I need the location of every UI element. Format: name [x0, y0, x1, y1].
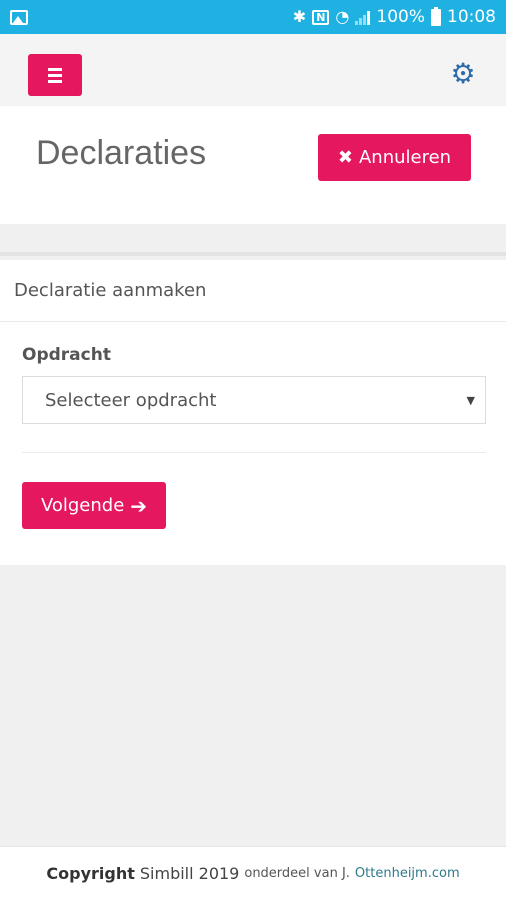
- part-of-text: onderdeel van J.: [244, 866, 350, 881]
- arrow-right-icon: ➔: [130, 493, 148, 518]
- next-label: Volgende: [40, 495, 125, 516]
- wifi-icon: ◔: [335, 7, 350, 26]
- next-button[interactable]: Volgende ➔: [22, 482, 166, 529]
- ottenheijm-link[interactable]: Ottenheijm.com: [355, 866, 460, 881]
- assignment-label: Opdracht: [22, 345, 111, 365]
- battery-percent: 100%: [376, 7, 425, 27]
- assignment-select-value: Selecteer opdracht: [45, 389, 217, 411]
- bluetooth-icon: ✱: [292, 7, 307, 26]
- create-declaration-card: Declaratie aanmaken Opdracht Selecteer o…: [0, 260, 506, 565]
- hamburger-icon: [48, 79, 62, 83]
- gear-icon: ⚙: [450, 57, 476, 90]
- hamburger-icon: [48, 73, 62, 77]
- status-left: [10, 9, 28, 25]
- clock: 10:08: [447, 7, 496, 27]
- cancel-button[interactable]: ✖ Annuleren: [318, 134, 471, 181]
- navbar: ⚙: [0, 34, 506, 106]
- menu-button[interactable]: [28, 54, 82, 96]
- caret-down-icon: ▼: [466, 394, 475, 407]
- section-separator: [0, 224, 506, 256]
- page-header: Declaraties ✖ Annuleren: [0, 106, 506, 224]
- status-bar: ✱ N ◔ 100% 10:08: [0, 0, 506, 34]
- hamburger-icon: [48, 67, 62, 71]
- card-title: Declaratie aanmaken: [0, 260, 506, 322]
- battery-icon: [431, 6, 441, 26]
- cancel-label: Annuleren: [358, 147, 452, 168]
- brand-year: Simbill 2019: [139, 864, 240, 883]
- form-divider: [22, 452, 486, 453]
- close-icon: ✖: [337, 147, 353, 168]
- gallery-icon: [10, 9, 28, 25]
- copyright-label: Copyright: [46, 864, 135, 883]
- footer: Copyright Simbill 2019 onderdeel van J. …: [0, 846, 506, 900]
- settings-button[interactable]: ⚙: [449, 60, 477, 88]
- assignment-select[interactable]: Selecteer opdracht ▼: [22, 376, 486, 424]
- page-title: Declaraties: [36, 134, 207, 172]
- nfc-icon: N: [312, 9, 330, 25]
- signal-icon: [355, 10, 371, 25]
- status-right: ✱ N ◔ 100% 10:08: [292, 6, 496, 27]
